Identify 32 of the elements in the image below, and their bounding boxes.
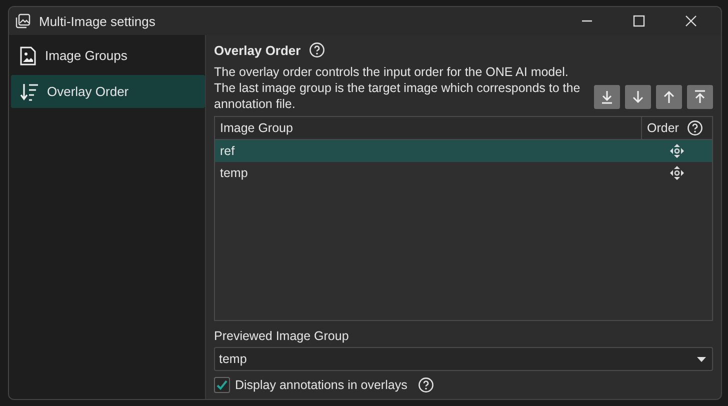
table-row[interactable]: ref [215,140,712,162]
maximize-icon [633,15,645,27]
down-arrow-button[interactable] [625,85,651,109]
dropdown-arrow-icon [697,356,706,362]
move-bottom-icon [599,89,615,105]
checkbox[interactable] [214,377,230,393]
column-header: Order [647,121,679,135]
help-icon[interactable] [686,120,703,136]
sort-icon [19,82,39,102]
up-arrow-icon [661,89,677,105]
image-icon [19,46,37,66]
table-row[interactable]: temp [215,162,712,184]
field-label: Previewed Image Group [214,329,350,343]
move-icon[interactable] [670,166,684,180]
sidebar-item[interactable]: Image Groups [11,39,205,72]
description-text: The overlay order controls the input order for the ONE AI model. The last image group is the target image which corresponds to the annotation file. [214,64,582,112]
checkbox-label: Display annotations in overlays [235,378,408,392]
images-icon [15,13,31,29]
image-group-dropdown[interactable]: temp [214,347,713,371]
close-icon [685,15,697,27]
section-title: Overlay Order [214,42,301,58]
move-icon[interactable] [670,144,684,158]
down-arrow-icon [630,89,646,105]
move-top-button[interactable] [687,85,713,109]
move-bottom-button[interactable] [594,85,620,109]
up-arrow-button[interactable] [656,85,682,109]
column-header: Image Group [215,117,642,139]
sidebar-item[interactable]: Overlay Order [11,75,205,108]
help-icon[interactable] [418,377,434,393]
move-top-icon [692,89,708,105]
window-title: Multi-Image settings [39,14,156,28]
help-icon[interactable] [308,42,325,58]
